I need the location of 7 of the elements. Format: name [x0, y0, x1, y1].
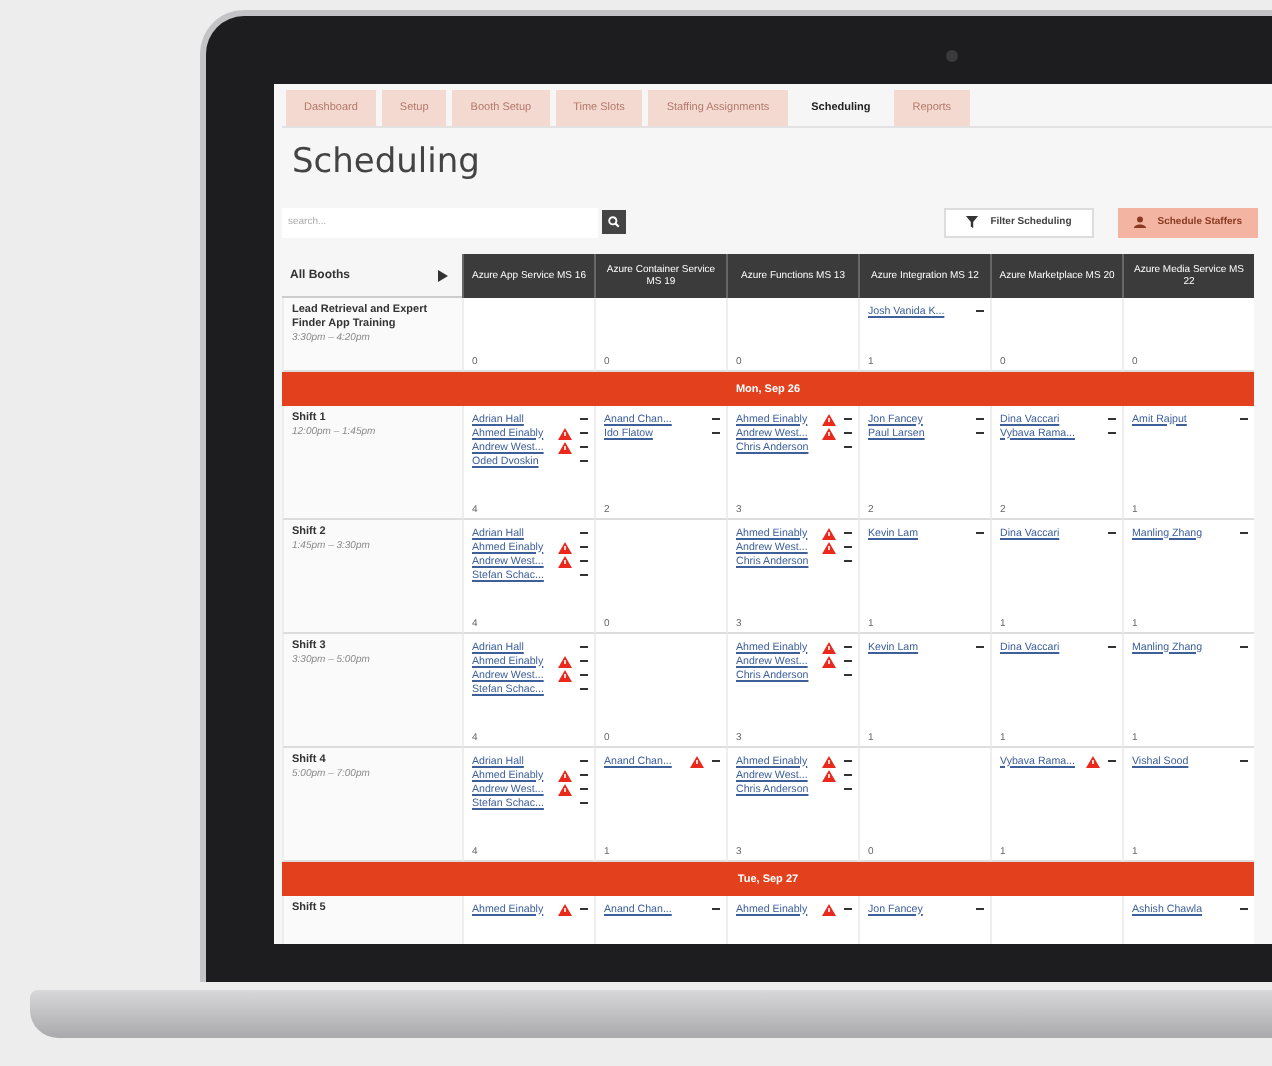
camera-dot — [946, 50, 958, 62]
caret-icon — [438, 269, 448, 281]
person-icon — [1133, 216, 1146, 228]
page-title: Scheduling — [290, 140, 482, 186]
search-icon — [608, 216, 620, 228]
filter-icon — [966, 216, 979, 228]
search-button[interactable] — [602, 210, 626, 234]
